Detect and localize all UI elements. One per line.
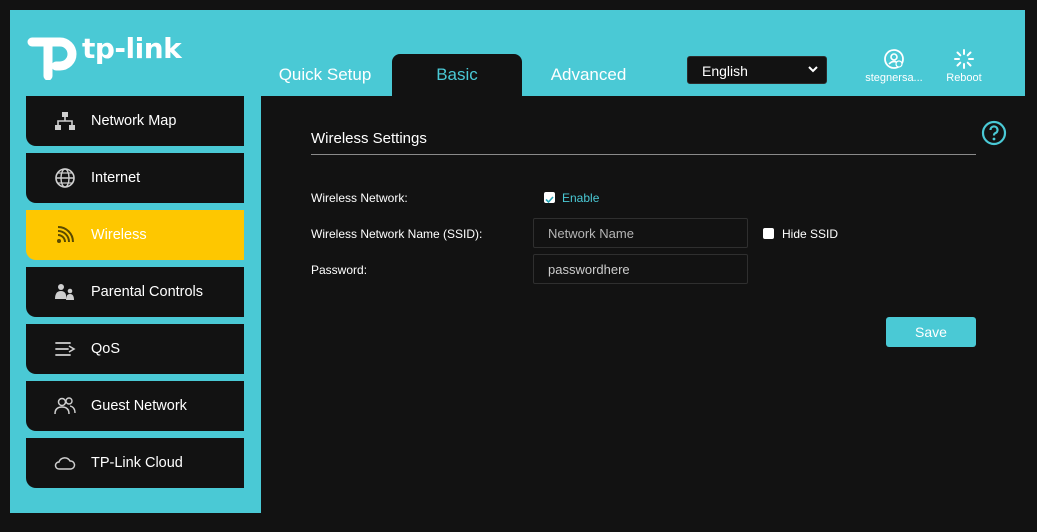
help-icon[interactable] — [981, 120, 1007, 146]
section-divider — [311, 154, 976, 155]
sidebar-item-label: Parental Controls — [91, 284, 204, 300]
wifi-icon — [57, 226, 74, 243]
hide-ssid-label[interactable]: Hide SSID — [782, 227, 838, 241]
enable-label[interactable]: Enable — [562, 191, 599, 205]
sidebar-item-qos[interactable]: QoS — [26, 324, 244, 374]
sidebar-item-wireless[interactable]: Wireless — [26, 210, 244, 260]
reboot-label: Reboot — [946, 72, 982, 84]
reboot-button[interactable]: Reboot — [938, 48, 990, 84]
sidebar-item-label: TP-Link Cloud — [91, 455, 183, 471]
enable-checkbox[interactable] — [544, 192, 555, 204]
sidebar-item-label: Guest Network — [91, 398, 187, 414]
sidebar-item-label: Wireless — [91, 227, 147, 243]
main-panel: Wireless Settings Wireless Network: Enab… — [261, 96, 1025, 513]
reboot-icon — [954, 49, 974, 69]
tab-basic[interactable]: Basic — [392, 54, 522, 96]
checkmark-icon — [545, 196, 554, 204]
user-label: stegnersa... — [865, 72, 923, 84]
sidebar-item-label: Network Map — [91, 113, 177, 129]
section-title: Wireless Settings — [311, 130, 427, 147]
tp-link-logo-mark — [27, 37, 77, 81]
sidebar-item-internet[interactable]: Internet — [26, 153, 244, 203]
language-select[interactable]: English — [687, 56, 827, 84]
chevron-down-icon — [808, 66, 818, 73]
wireless-network-label: Wireless Network: — [311, 191, 408, 205]
sidebar-item-tp-link-cloud[interactable]: TP-Link Cloud — [26, 438, 244, 488]
cloud-icon — [54, 457, 76, 470]
guest-icon — [54, 397, 76, 415]
ssid-input[interactable] — [533, 218, 748, 248]
app-frame: tp-link Quick Setup Basic Advanced Engli… — [10, 10, 1025, 513]
sidebar-item-label: Internet — [91, 170, 141, 186]
tab-quick-setup[interactable]: Quick Setup — [265, 54, 385, 96]
user-account-button[interactable]: stegnersa... — [858, 48, 930, 84]
language-value: English — [702, 63, 748, 79]
password-input[interactable] — [533, 254, 748, 284]
sidebar-item-guest-network[interactable]: Guest Network — [26, 381, 244, 431]
parental-icon — [55, 284, 74, 300]
password-label: Password: — [311, 263, 368, 277]
ssid-label: Wireless Network Name (SSID): — [311, 227, 483, 241]
qos-icon — [55, 342, 76, 356]
network-map-icon — [55, 112, 75, 130]
sidebar-item-parental-controls[interactable]: Parental Controls — [26, 267, 244, 317]
globe-icon — [55, 168, 75, 188]
sidebar-item-label: QoS — [91, 341, 121, 357]
save-button[interactable]: Save — [886, 317, 976, 347]
hide-ssid-checkbox[interactable] — [763, 228, 774, 239]
tab-advanced[interactable]: Advanced — [530, 54, 647, 96]
sidebar-item-network-map[interactable]: Network Map — [26, 96, 244, 146]
brand-name: tp-link — [82, 32, 182, 65]
user-icon — [884, 49, 904, 69]
